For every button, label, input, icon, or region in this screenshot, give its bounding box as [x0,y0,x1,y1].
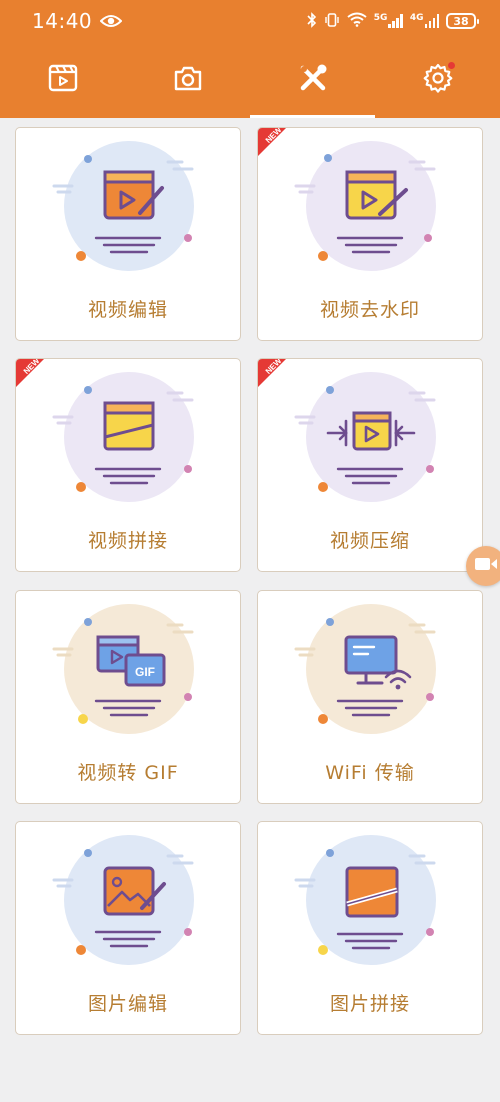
svg-text:GIF: GIF [135,665,155,679]
wifi-icon [347,12,367,30]
card-image-edit[interactable]: 图片编辑 [15,821,241,1035]
status-bar: 14:40 5G 4G 38 [0,0,500,42]
card-image-merge[interactable]: 图片拼接 [257,821,483,1035]
tab-video[interactable] [0,42,125,118]
tools-icon [298,63,328,97]
video-compress-icon [294,372,436,502]
camera-icon [173,64,203,96]
card-label: 视频编辑 [87,299,168,321]
card-label: WiFi 传输 [325,762,415,784]
tab-camera[interactable] [125,42,250,118]
image-edit-icon [52,835,194,965]
card-wifi-transfer[interactable]: WiFi 传输 [257,590,483,804]
vibrate-icon [324,12,340,31]
card-video-to-gif[interactable]: GIF 视频转 GIF [15,590,241,804]
card-label: 图片拼接 [329,993,410,1015]
video-to-gif-icon: GIF [52,604,194,734]
battery-icon: 38 [446,13,479,29]
floating-record-button[interactable] [466,546,500,586]
card-label: 视频拼接 [87,530,168,552]
card-label: 视频转 GIF [77,762,179,784]
card-video-edit[interactable]: 视频编辑 [15,127,241,341]
card-label: 图片编辑 [87,993,168,1015]
signal-4g-icon: 4G [410,13,439,28]
eye-icon [99,9,123,33]
top-tab-bar [0,42,500,118]
card-video-compress[interactable]: NEW 视频压缩 [257,358,483,572]
wifi-transfer-icon [294,604,436,734]
card-label: 视频去水印 [319,299,420,321]
video-camera-icon [474,556,498,576]
signal-5g-icon: 5G [374,13,403,28]
status-time: 14:40 [32,9,93,33]
card-label: 视频压缩 [329,530,410,552]
video-merge-icon [52,372,194,502]
image-merge-icon [294,835,436,965]
video-watermark-remove-icon [294,141,436,271]
notification-badge [448,62,455,69]
video-clip-icon [48,64,78,96]
bluetooth-icon [307,11,317,31]
card-video-merge[interactable]: NEW 视频拼接 [15,358,241,572]
tab-settings[interactable] [375,42,500,118]
video-edit-icon [52,141,194,271]
tab-tools[interactable] [250,42,375,118]
card-video-watermark-remove[interactable]: NEW 视频去水印 [257,127,483,341]
